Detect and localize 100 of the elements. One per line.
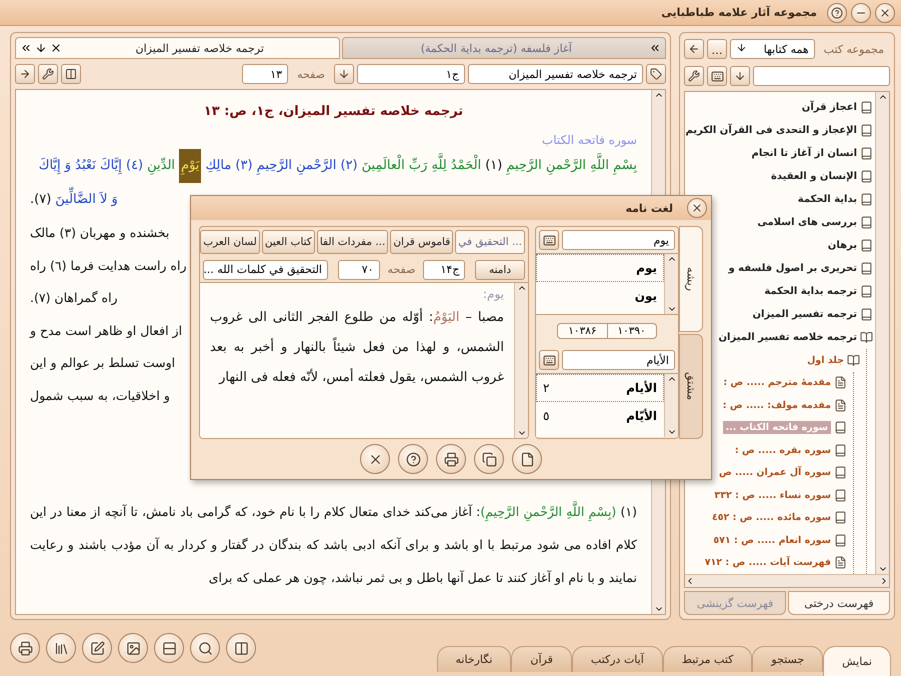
tab-label: آغاز فلسفه (ترجمه بداية الحكمة) xyxy=(420,42,574,54)
note-button[interactable] xyxy=(82,633,112,663)
scrollbar[interactable] xyxy=(664,254,678,314)
book-field[interactable]: ترجمه خلاصه تفسیر المیزان xyxy=(468,64,643,84)
tree-item[interactable]: سوره نساء ..... ص : ٣٣٢ xyxy=(687,484,847,506)
book-icon xyxy=(834,444,847,457)
page-button[interactable] xyxy=(512,444,542,474)
source-tab[interactable]: كتاب العين xyxy=(262,230,315,254)
left-arrow-icon xyxy=(688,43,700,55)
settings-button[interactable] xyxy=(684,66,704,86)
entry-paragraph: مصبا – اليَوْمُ: أوّله من طلوع الفجر الثانى الى غروب الشمس، و لهذا من فعل شيئاً بالنهار و أخبر به بعد غروب الشمس، يقول فعلته أمس، لأنّه فعله فى النهار xyxy=(210,307,504,387)
view-tab[interactable]: قرآن xyxy=(511,646,572,672)
image-icon xyxy=(126,640,140,656)
tree-item[interactable]: سوره مائده ..... ص : ٤٥٢ xyxy=(687,506,847,529)
tree-item[interactable]: سوره بقره ..... ص : xyxy=(687,439,847,462)
back-button[interactable] xyxy=(684,39,704,59)
scrollbar[interactable] xyxy=(875,92,889,574)
close-button[interactable] xyxy=(360,444,390,474)
tree-item[interactable]: الإعجاز و التحدى فى القرآن الكريم xyxy=(687,119,873,142)
book-icon xyxy=(860,147,873,160)
search-button[interactable] xyxy=(190,633,220,663)
bookmark-button[interactable] xyxy=(646,64,666,84)
tree-item[interactable]: بداية الحكمة xyxy=(687,188,873,211)
image-button[interactable] xyxy=(118,633,148,663)
tree-item[interactable]: فهرست آیات ..... ص : ٧١٢ xyxy=(687,552,847,574)
document-tab[interactable]: ترجمه خلاصه تفسیر المیزان xyxy=(15,37,340,59)
books-button[interactable] xyxy=(46,633,76,663)
document-icon xyxy=(834,376,847,390)
keyboard-button[interactable] xyxy=(539,350,559,370)
source-tab[interactable]: قاموس قران xyxy=(390,230,454,254)
more-button[interactable]: ... xyxy=(707,39,727,59)
compare-button[interactable] xyxy=(226,633,256,663)
derived-item[interactable]: الأيّام ٥ xyxy=(536,402,664,430)
view-tab[interactable]: کتب مرتبط xyxy=(662,646,752,672)
wrench-icon xyxy=(42,68,54,80)
scrollbar[interactable] xyxy=(514,283,528,438)
side-tab[interactable]: ریشه xyxy=(679,226,703,332)
translation-text: اوست تسلط بر عوالم و این xyxy=(30,354,176,372)
root-search-field[interactable]: یوم xyxy=(562,230,675,250)
search-field[interactable] xyxy=(753,66,890,86)
book-icon xyxy=(834,466,847,480)
help-button[interactable] xyxy=(398,444,428,474)
filter-dropdown[interactable]: همه کتابها xyxy=(730,39,815,59)
chevrons-left-icon xyxy=(649,42,661,54)
close-button[interactable] xyxy=(687,198,707,218)
print-button[interactable] xyxy=(436,444,466,474)
derived-search-field[interactable]: الأيام xyxy=(562,350,675,370)
tree-item[interactable]: الإنسان و العقيدة xyxy=(687,165,873,188)
keyboard-icon xyxy=(542,354,556,366)
settings-button[interactable] xyxy=(38,64,58,84)
library-label: مجموعه کتب xyxy=(822,42,885,56)
view-tab[interactable]: نمایش xyxy=(823,646,891,676)
list-tab[interactable]: فهرست درختی xyxy=(788,591,890,615)
right-arrow-icon xyxy=(19,68,31,80)
down-arrow-icon xyxy=(734,70,746,82)
tree-item[interactable]: اعجاز قرآن xyxy=(687,96,873,119)
source-tab[interactable]: لسان العرب xyxy=(200,230,260,254)
print-button[interactable] xyxy=(10,633,40,663)
page-field[interactable]: ۱۳ xyxy=(242,64,288,84)
verse-line: بِسْمِ اللَّهِ الرَّحْمنِ الرَّحِيمِ (١) الْحَمْدُ لِلَّهِ رَبِّ الْعالَمِينَ (٢) الرَّحْمنِ الرَّحِيمِ (٣) مالِكِ يَوْمِ الدِّينِ (٤) إِيَّاكَ نَعْبُدُ وَ إِيَّاكَ xyxy=(30,149,637,183)
side-tab[interactable]: مشتق xyxy=(679,334,703,439)
volume-field[interactable]: ج۱ xyxy=(357,64,465,84)
help-button[interactable] xyxy=(827,2,847,22)
document-tab[interactable]: آغاز فلسفه (ترجمه بداية الحكمة) xyxy=(342,37,666,59)
book-icon xyxy=(860,239,873,252)
view-tab[interactable]: نگارخانه xyxy=(436,646,512,672)
page-field[interactable]: ٧٠ xyxy=(338,260,380,280)
page-label: صفحه xyxy=(296,68,326,80)
verse-line: وَ لاَ الضَّالِّينَ (٧). xyxy=(30,183,118,217)
translation-text: بخشنده و مهربان (٣) مالک xyxy=(30,224,170,242)
go-button[interactable] xyxy=(730,66,750,86)
tag-icon xyxy=(650,68,662,80)
range-start: ١٠٣٨۶ xyxy=(567,324,598,338)
source-tab[interactable]: مفردات الفا ... xyxy=(316,230,388,254)
horizontal-scrollbar[interactable] xyxy=(685,574,889,587)
scrollbar[interactable] xyxy=(664,374,678,437)
source-field[interactable]: التحقيق في كلمات الله ... xyxy=(203,260,328,280)
scope-button[interactable]: دامنه xyxy=(475,260,525,280)
keyboard-button[interactable] xyxy=(707,66,727,86)
split-view-button[interactable] xyxy=(61,64,81,84)
tree-item[interactable]: سوره آل عمران ..... ص xyxy=(687,462,847,484)
wrench-icon xyxy=(688,70,700,82)
commentary-paragraph: (١) (بِسْمِ اللَّهِ الرَّحْمنِ الرَّحِيمِ): آغاز می‌کند خدای متعال کلام را با نام خود، که گرامی باد نامش، تا آنچه از معنا در این کلام افاده می شود مرتبط با او باشد و برای آنکه ادبی باشد که بندگان در گفتار و کردار به آن مؤدب باشند و رعایت نمایند و با نام او آغاز کنند تا عمل آنها باطل و بی ثمر نباشد، چون هر عملی که برای xyxy=(30,495,637,594)
volume-field[interactable]: ج١۴ xyxy=(423,260,466,280)
view-tab[interactable]: جستجو xyxy=(752,646,824,672)
go-button[interactable] xyxy=(334,64,354,84)
down-arrow-icon xyxy=(35,42,47,54)
layout-button[interactable] xyxy=(154,633,184,663)
close-button[interactable] xyxy=(875,2,895,22)
copy-button[interactable] xyxy=(474,444,504,474)
root-item[interactable]: یون xyxy=(536,282,664,310)
keyboard-icon xyxy=(542,234,556,246)
keyboard-button[interactable] xyxy=(539,230,559,250)
book-icon xyxy=(860,101,873,114)
tree-item[interactable]: سوره انعام ..... ص : ٥٧١ xyxy=(687,529,847,552)
source-tab[interactable]: التحقيق في ... xyxy=(455,230,525,254)
tree-item[interactable]: انسان از آغاز تا انجام xyxy=(687,142,873,165)
forward-button[interactable] xyxy=(15,64,35,84)
view-tab[interactable]: آیات درکتب xyxy=(572,646,663,672)
book-icon xyxy=(834,534,847,547)
